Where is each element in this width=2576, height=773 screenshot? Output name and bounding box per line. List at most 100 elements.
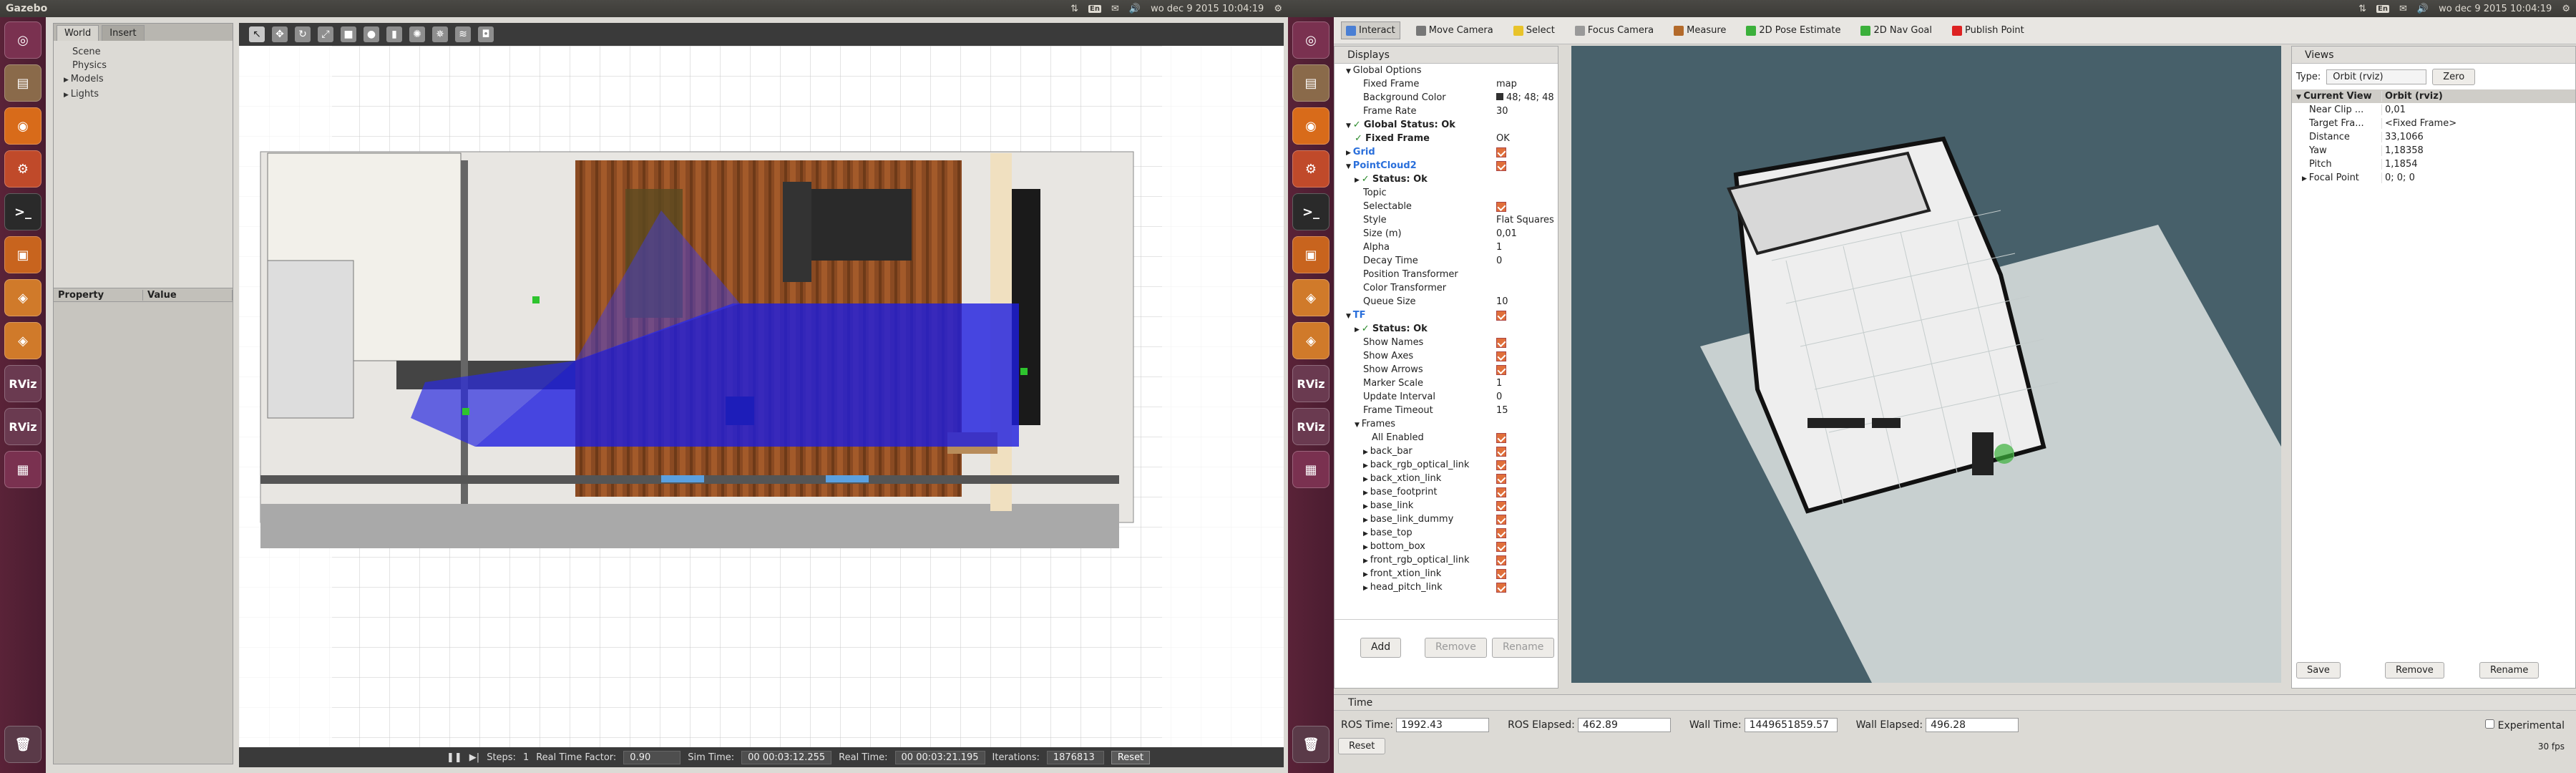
tree-item-lights[interactable]: ▶ Lights	[64, 87, 223, 102]
tool-focus-camera[interactable]: Focus Camera	[1571, 22, 1658, 39]
clock[interactable]: wo dec 9 2015 10:04:19	[1151, 4, 1264, 14]
rotate-icon[interactable]: ↻	[295, 26, 311, 42]
display-value[interactable]	[1493, 582, 1558, 593]
enabled-checkbox[interactable]	[1496, 500, 1506, 511]
display-row[interactable]: ▶ back_rgb_optical_link	[1335, 458, 1558, 472]
display-value[interactable]: OK	[1493, 133, 1558, 144]
display-row[interactable]: Update Interval 0	[1335, 390, 1558, 404]
view-property-value[interactable]: 33,1066	[2382, 132, 2424, 142]
spot-light-icon[interactable]: ✵	[432, 26, 448, 42]
display-row[interactable]: ▼ Frames	[1335, 417, 1558, 431]
expand-arrow-icon[interactable]: ▶	[1355, 326, 1362, 334]
view-property-value[interactable]: 0; 0; 0	[2382, 172, 2415, 183]
mail-icon[interactable]: ✉	[1111, 4, 1119, 14]
tool-move-camera[interactable]: Move Camera	[1412, 22, 1498, 39]
tab-insert[interactable]: Insert	[102, 25, 145, 41]
volume-icon[interactable]: 🔊	[2417, 4, 2429, 14]
display-value[interactable]	[1493, 568, 1558, 579]
view-property-value[interactable]: <Fixed Frame>	[2382, 118, 2457, 129]
display-row[interactable]: ▶ ✓ Status: Ok	[1335, 172, 1558, 186]
firefox-icon[interactable]: ◉	[1292, 107, 1330, 145]
box-icon[interactable]: ◈	[1292, 279, 1330, 316]
reset-button[interactable]: Reset	[1111, 750, 1151, 764]
settings-icon[interactable]: ⚙	[4, 150, 42, 188]
reset-time-button[interactable]: Reset	[1338, 738, 1386, 754]
expand-arrow-icon[interactable]: ▶	[1363, 517, 1370, 524]
tool-select[interactable]: Select	[1509, 22, 1559, 39]
rename-display-button[interactable]: Rename	[1492, 638, 1555, 658]
enabled-checkbox[interactable]	[1496, 201, 1506, 212]
view-property-value[interactable]: 1,18358	[2382, 145, 2424, 156]
step-icon[interactable]: ▶|	[469, 752, 479, 763]
enabled-checkbox[interactable]	[1496, 487, 1506, 497]
enabled-checkbox[interactable]	[1496, 514, 1506, 525]
display-value[interactable]	[1493, 541, 1558, 552]
display-row[interactable]: Alpha 1	[1335, 240, 1558, 254]
rename-view-button[interactable]: Rename	[2479, 662, 2540, 679]
expand-arrow-icon[interactable]: ▼	[1346, 68, 1353, 75]
tool-measure[interactable]: Measure	[1669, 22, 1730, 39]
pause-icon[interactable]: ❚❚	[447, 752, 462, 763]
display-value[interactable]: 30	[1493, 106, 1558, 117]
display-row[interactable]: ▶ back_xtion_link	[1335, 472, 1558, 485]
display-value[interactable]	[1493, 201, 1558, 212]
presentation-icon[interactable]: ▣	[1292, 236, 1330, 273]
expand-arrow-icon[interactable]: ▼	[1346, 163, 1353, 170]
display-row[interactable]: Fixed Frame map	[1335, 77, 1558, 91]
view-property-row[interactable]: Target Fra... <Fixed Frame>	[2292, 117, 2575, 130]
network-icon[interactable]: ⇅	[1070, 4, 1078, 14]
display-row[interactable]: ▼ Global Options	[1335, 64, 1558, 77]
network-icon[interactable]: ⇅	[2358, 4, 2366, 14]
add-display-button[interactable]: Add	[1360, 638, 1402, 658]
enabled-checkbox[interactable]	[1496, 568, 1506, 579]
rviz-launcher-icon[interactable]: RViz	[1292, 408, 1330, 445]
display-value[interactable]: 1	[1493, 378, 1558, 389]
display-row[interactable]: ▶ base_link_dummy	[1335, 512, 1558, 526]
enabled-checkbox[interactable]	[1496, 364, 1506, 375]
view-property-value[interactable]: Orbit (rviz)	[2382, 91, 2443, 102]
enabled-checkbox[interactable]	[1496, 528, 1506, 538]
files-icon[interactable]: ▤	[4, 64, 42, 102]
display-row[interactable]: ▶ bottom_box	[1335, 540, 1558, 553]
display-value[interactable]	[1493, 351, 1558, 361]
remove-display-button[interactable]: Remove	[1425, 638, 1487, 658]
rviz-launcher-icon[interactable]: RViz	[1292, 365, 1330, 402]
tool-2d-pose-estimate[interactable]: 2D Pose Estimate	[1742, 22, 1845, 39]
display-row[interactable]: Show Names	[1335, 336, 1558, 349]
sphere-shape-icon[interactable]: ●	[364, 26, 379, 42]
tab-world[interactable]: World	[57, 25, 99, 41]
display-value[interactable]	[1493, 487, 1558, 497]
view-property-value[interactable]: 1,1854	[2382, 159, 2418, 170]
volume-icon[interactable]: 🔊	[1129, 4, 1141, 14]
presentation-icon[interactable]: ▣	[4, 236, 42, 273]
display-row[interactable]: ▼ TF	[1335, 308, 1558, 322]
box-shape-icon[interactable]: ■	[341, 26, 356, 42]
translate-icon[interactable]: ✥	[272, 26, 288, 42]
enabled-checkbox[interactable]	[1496, 310, 1506, 321]
display-row[interactable]: ▶ base_link	[1335, 499, 1558, 512]
display-row[interactable]: Show Axes	[1335, 349, 1558, 363]
terminal-icon[interactable]: >_	[1292, 193, 1330, 230]
display-value[interactable]	[1493, 147, 1558, 157]
display-row[interactable]: ▶ ✓ Status: Ok	[1335, 322, 1558, 336]
display-row[interactable]: ▶ base_top	[1335, 526, 1558, 540]
keyboard-indicator[interactable]: En	[1088, 4, 1101, 13]
box-icon[interactable]: ◈	[4, 279, 42, 316]
enabled-checkbox[interactable]	[1496, 160, 1506, 171]
clock[interactable]: wo dec 9 2015 10:04:19	[2439, 4, 2552, 14]
display-value[interactable]: 1	[1493, 242, 1558, 253]
display-row[interactable]: ▶ front_rgb_optical_link	[1335, 553, 1558, 567]
view-type-select[interactable]: Orbit (rviz)	[2326, 69, 2427, 84]
display-row[interactable]: Show Arrows	[1335, 363, 1558, 376]
display-row[interactable]: ▶ back_bar	[1335, 444, 1558, 458]
enabled-checkbox[interactable]	[1496, 541, 1506, 552]
expand-arrow-icon[interactable]: ▶	[2302, 175, 2309, 183]
display-row[interactable]: Style Flat Squares	[1335, 213, 1558, 227]
workspace-icon[interactable]: ▦	[4, 451, 42, 488]
display-row[interactable]: Color Transformer	[1335, 281, 1558, 295]
display-row[interactable]: Size (m) 0,01	[1335, 227, 1558, 240]
gear-icon[interactable]: ⚙	[1274, 4, 1282, 14]
firefox-icon[interactable]: ◉	[4, 107, 42, 145]
view-property-row[interactable]: ▶ Focal Point 0; 0; 0	[2292, 171, 2575, 185]
tree-item-physics[interactable]: Physics	[64, 59, 223, 72]
